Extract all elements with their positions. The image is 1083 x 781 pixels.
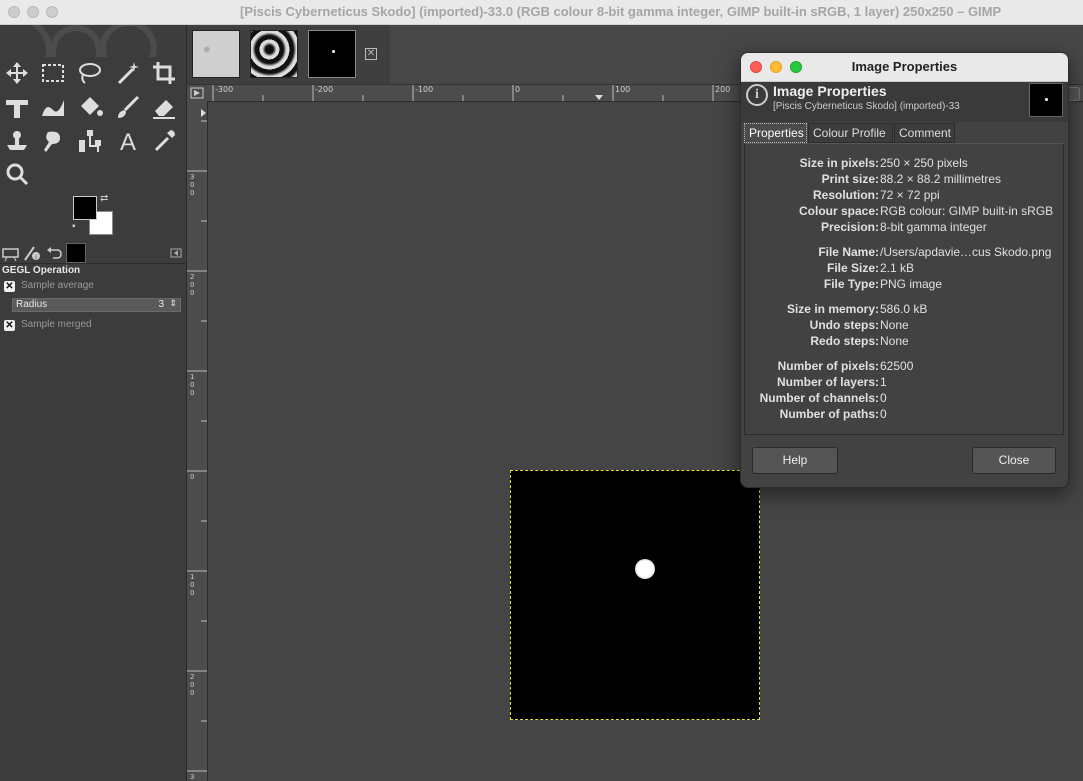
dock-tab-bar: i: [0, 243, 186, 264]
close-tab-icon[interactable]: ✕: [365, 48, 377, 60]
info-icon: i: [746, 84, 768, 106]
rect-select-tool-icon[interactable]: [38, 58, 68, 88]
vertical-ruler[interactable]: 300 200 100 0 100 200 3: [187, 101, 208, 781]
default-colors-icon[interactable]: ▪: [72, 221, 76, 232]
unified-transform-tool-icon[interactable]: [2, 92, 32, 122]
eraser-tool-icon[interactable]: [149, 92, 179, 122]
quick-mask-corner[interactable]: [187, 85, 207, 101]
radius-value: 3: [158, 299, 164, 310]
ruler-tick-label: 100: [615, 85, 631, 94]
ruler-tick-label: 0: [515, 85, 521, 94]
sample-average-label: Sample average: [21, 280, 94, 291]
property-row: Number of paths: 0: [779, 407, 887, 421]
image-properties-dialog: Image Properties i Image Properties [Pis…: [740, 52, 1069, 488]
property-row: File Type: PNG image: [823, 277, 943, 291]
property-row: Number of channels: 0: [759, 391, 887, 405]
color-picker-tool-icon[interactable]: [149, 126, 179, 156]
close-button[interactable]: Close: [972, 447, 1056, 474]
crop-tool-icon[interactable]: [149, 58, 179, 88]
fuzzy-select-tool-icon[interactable]: [113, 58, 143, 88]
help-button[interactable]: Help: [752, 447, 838, 474]
tab-colour-profile[interactable]: Colour Profile: [808, 123, 893, 143]
ruler-tick-label: 300: [190, 173, 195, 197]
tool-options-title: GEGL Operation: [2, 265, 81, 276]
image-tab-thumbnail[interactable]: [192, 30, 240, 78]
close-window-button[interactable]: [8, 6, 20, 18]
image-tabs-group: ✕: [187, 25, 390, 84]
property-row: Number of pixels: 62500: [777, 359, 914, 373]
property-row: Size in memory: 586.0 kB: [786, 302, 928, 316]
image-thumbnail-tab[interactable]: [66, 243, 86, 263]
image-preview: [1029, 83, 1063, 117]
minimize-window-button[interactable]: [27, 6, 39, 18]
free-select-tool-icon[interactable]: [75, 58, 105, 88]
ruler-tick-label: -200: [315, 85, 334, 94]
property-row: Print size: 88.2 × 88.2 millimetres: [821, 172, 1002, 186]
image-tab-thumbnail[interactable]: [250, 30, 298, 78]
property-row: Precision: 8-bit gamma integer: [820, 220, 987, 234]
tab-comment[interactable]: Comment: [894, 123, 955, 143]
image-tab-thumbnail-active[interactable]: [308, 30, 356, 78]
svg-text:A: A: [120, 129, 136, 156]
warp-transform-tool-icon[interactable]: [38, 92, 68, 122]
zoom-window-button[interactable]: [46, 6, 58, 18]
dialog-header-title: Image Properties: [773, 83, 887, 99]
ruler-tick-label: 0: [190, 473, 195, 481]
ruler-tick-label: 200: [715, 85, 731, 94]
image-canvas[interactable]: [510, 470, 760, 720]
property-row: Resolution: 72 × 72 ppi: [813, 188, 940, 202]
property-row: Undo steps: None: [809, 318, 909, 332]
toolbox-panel: A ⇄ ▪ i GEGL Operation ✕ Sample average …: [0, 25, 187, 781]
sample-merged-label: Sample merged: [21, 319, 92, 330]
swap-colors-icon[interactable]: ⇄: [100, 193, 108, 204]
ruler-tick-label: 100: [190, 373, 195, 397]
ruler-tick-label: -300: [215, 85, 234, 94]
undo-history-tab-icon[interactable]: [44, 243, 64, 263]
tool-options-tab-icon[interactable]: [1, 243, 21, 263]
property-row: Redo steps: None: [810, 334, 909, 348]
spinner-arrows-icon[interactable]: ⇕: [169, 298, 177, 309]
radius-spinner[interactable]: Radius 3 ⇕: [12, 298, 181, 312]
white-dot: [635, 559, 655, 579]
tab-properties[interactable]: Properties: [744, 123, 807, 143]
sample-average-checkbox[interactable]: ✕: [4, 281, 15, 292]
ruler-tick-label: 100: [190, 573, 195, 597]
property-row: Number of layers: 1: [776, 375, 887, 389]
radius-label: Radius: [16, 299, 48, 310]
property-row: Size in pixels: 250 × 250 pixels: [799, 156, 968, 170]
move-tool-icon[interactable]: [2, 58, 32, 88]
smudge-tool-icon[interactable]: [38, 126, 68, 156]
properties-panel: Size in pixels: 250 × 250 pixels Print si…: [744, 143, 1064, 435]
ruler-tick-label: -100: [415, 85, 434, 94]
foreground-color-swatch[interactable]: [73, 196, 97, 220]
paths-tool-icon[interactable]: [75, 126, 105, 156]
window-title: [Piscis Cyberneticus Skodo] (imported)-3…: [240, 4, 1002, 19]
dialog-titlebar: Image Properties: [741, 53, 1068, 82]
svg-text:i: i: [35, 255, 36, 261]
dock-menu-icon[interactable]: [166, 243, 186, 263]
device-status-tab-icon[interactable]: i: [22, 243, 42, 263]
clone-tool-icon[interactable]: [2, 126, 32, 156]
window-titlebar: [Piscis Cyberneticus Skodo] (imported)-3…: [0, 0, 1083, 25]
property-row: File Size: 2.1 kB: [826, 261, 915, 275]
dialog-title: Image Properties: [851, 59, 958, 74]
dialog-header-subtitle: [Piscis Cyberneticus Skodo] (imported)-3…: [773, 101, 960, 112]
ruler-tick-label: 200: [190, 273, 195, 297]
property-row: File Name:/Users/apdavie…cus Skodo.png: [818, 245, 1052, 259]
paintbrush-tool-icon[interactable]: [113, 92, 143, 122]
zoom-tool-icon[interactable]: [2, 159, 32, 189]
dialog-header: i Image Properties [Piscis Cyberneticus …: [741, 82, 1068, 122]
text-tool-icon[interactable]: A: [113, 126, 143, 156]
sample-merged-checkbox[interactable]: ✕: [4, 320, 15, 331]
ruler-tick-label: 200: [190, 673, 195, 697]
ruler-tick-label: 3: [190, 773, 195, 781]
bucket-fill-tool-icon[interactable]: [75, 92, 105, 122]
wilber-decoration: [0, 25, 186, 57]
property-row: Colour space: RGB colour: GIMP built-in s…: [798, 204, 1054, 218]
